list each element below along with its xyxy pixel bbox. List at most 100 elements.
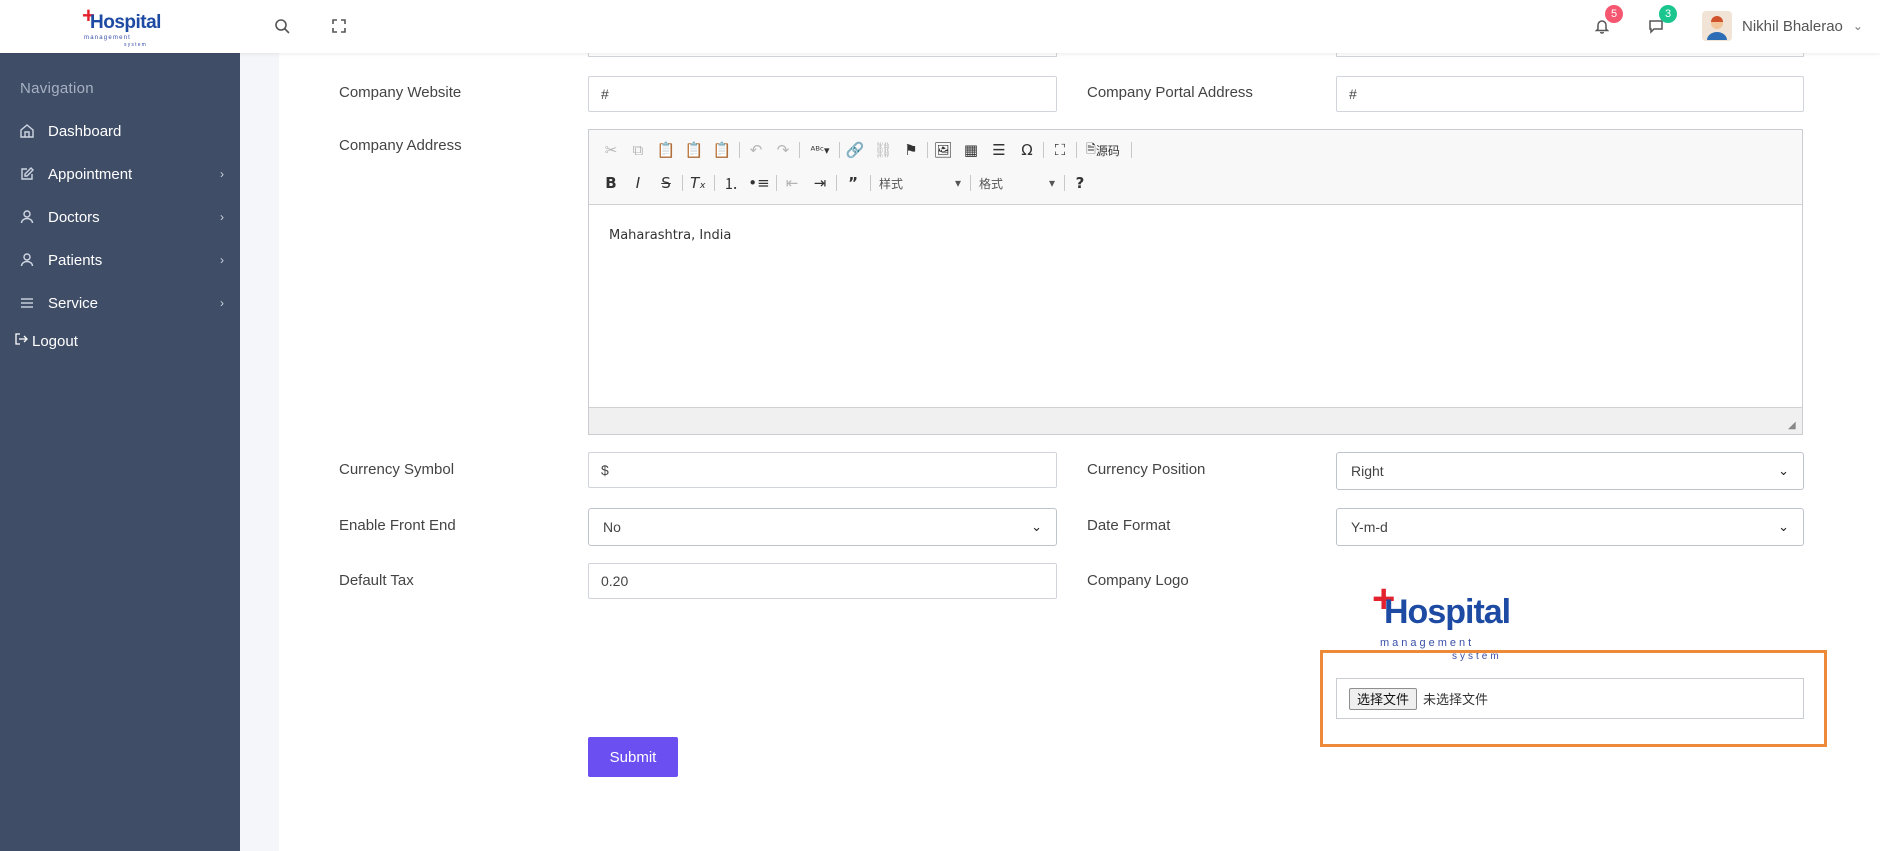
sidebar-item-doctors[interactable]: Doctors › [0,197,240,237]
copy-icon[interactable]: ⧉ [627,139,649,161]
remove-format-icon[interactable]: Tₓ [687,172,709,194]
cut-icon[interactable]: ✂ [600,139,622,161]
chevron-down-icon: ⌄ [1031,519,1042,534]
italic-icon[interactable]: I [627,172,649,194]
chevron-right-icon: › [220,296,224,310]
paste-word-icon[interactable]: 📋 [711,139,733,161]
table-icon[interactable]: ▦ [960,139,982,161]
resize-handle-icon[interactable]: ◢ [1788,420,1798,431]
blockquote-icon[interactable]: ” [842,172,864,194]
nav-title: Navigation [20,80,94,97]
styles-label: 样式 [879,176,904,191]
styles-dropdown[interactable]: 样式 ▾ [875,172,965,194]
currency-position-label: Currency Position [1087,461,1206,478]
strikethrough-icon[interactable]: S [655,172,677,194]
default-tax-input[interactable]: 0.20 [588,563,1057,599]
special-char-icon[interactable]: Ω [1016,139,1038,161]
company-logo-file-input[interactable]: 选择文件 未选择文件 [1336,678,1804,719]
user-icon [18,251,36,269]
caret-down-icon: ▾ [1048,176,1055,190]
indent-icon[interactable]: ⇥ [809,172,831,194]
undo-icon[interactable]: ↶ [745,139,767,161]
sidebar-item-label: Service [48,294,99,312]
sidebar-item-appointment[interactable]: Appointment › [0,154,240,194]
currency-symbol-label: Currency Symbol [339,461,455,478]
paste-text-icon[interactable]: 📋 [683,139,705,161]
logout-link[interactable]: Logout [14,332,78,350]
notification-badge: 5 [1605,5,1623,23]
top-bar: + Hospital management system 5 3 Nikhil … [0,0,1880,53]
currency-position-select[interactable]: Right ⌄ [1336,452,1804,490]
user-name: Nikhil Bhalerao [1742,17,1843,35]
date-format-value: Y-m-d [1351,519,1388,535]
sidebar-item-label: Patients [48,251,103,269]
caret-down-icon: ▾ [954,176,961,190]
company-portal-input[interactable]: # [1336,76,1804,112]
currency-symbol-input[interactable]: $ [588,452,1057,488]
spellcheck-icon[interactable]: ᴬᴮᶜ▾ [805,139,835,161]
unlink-icon[interactable]: ⛓ [872,139,894,161]
default-tax-label: Default Tax [339,572,414,589]
format-dropdown[interactable]: 格式 ▾ [975,172,1059,194]
logo-word: Hospital [1384,593,1511,631]
company-website-input[interactable]: # [588,76,1057,112]
company-website-label: Company Website [339,84,462,101]
home-icon [18,122,36,140]
sidebar-item-label: Dashboard [48,122,122,140]
sidebar-item-service[interactable]: Service › [0,283,240,323]
logout-icon [14,332,28,350]
sidebar-item-label: Appointment [48,165,133,183]
submit-button[interactable]: Submit [588,737,678,777]
company-portal-label: Company Portal Address [1087,84,1253,101]
company-logo-label: Company Logo [1087,572,1189,589]
format-label: 格式 [979,176,1004,191]
help-icon[interactable]: ? [1069,172,1091,194]
chevron-down-icon: ⌄ [1778,519,1789,534]
logo-tagline: management [1380,637,1475,649]
sidebar-item-patients[interactable]: Patients › [0,240,240,280]
sidebar-item-dashboard[interactable]: Dashboard [0,111,240,151]
brand-word: Hospital [90,12,161,33]
notification-bell-icon[interactable]: 5 [1591,5,1623,37]
avatar [1702,11,1732,41]
anchor-flag-icon[interactable]: ⚑ [900,139,922,161]
chevron-down-icon: ⌄ [1778,463,1789,478]
editor-content[interactable]: Maharashtra, India [609,228,731,243]
redo-icon[interactable]: ↷ [772,139,794,161]
company-address-label: Company Address [339,137,462,154]
date-format-label: Date Format [1087,517,1171,534]
menu-icon [18,294,36,312]
user-menu[interactable]: Nikhil Bhalerao ⌄ [1702,9,1863,43]
sidebar: Navigation Dashboard Appointment › Docto… [0,53,240,851]
sidebar-item-label: Doctors [48,208,100,226]
chevron-down-icon: ⌄ [1852,19,1863,33]
paste-icon[interactable]: 📋 [655,139,677,161]
brand-logo[interactable]: + Hospital management system [80,5,161,49]
search-icon[interactable] [271,15,293,37]
choose-file-button[interactable]: 选择文件 [1349,687,1418,710]
image-icon[interactable]: 🖼 [932,139,954,161]
enable-front-end-select[interactable]: No ⌄ [588,508,1057,546]
link-icon[interactable]: 🔗 [844,139,866,161]
chevron-right-icon: › [220,167,224,181]
bold-icon[interactable]: B [600,172,622,194]
messages-badge: 3 [1659,5,1677,23]
source-button[interactable]: 🗎 源码 [1081,139,1125,161]
bulleted-list-icon[interactable]: •≡ [748,172,770,194]
editor-toolbar: ✂ ⧉ 📋 📋 📋 ↶ ↷ ᴬᴮᶜ▾ 🔗 ⛓ ⚑ 🖼 ▦ ☰ Ω ⛶ 🗎 源码 … [589,130,1802,205]
source-label: 源码 [1095,143,1120,158]
edit-icon [18,165,36,183]
horizontal-rule-icon[interactable]: ☰ [988,139,1010,161]
numbered-list-icon[interactable]: ⒈ [720,172,742,194]
logout-label: Logout [32,332,78,350]
maximize-icon[interactable]: ⛶ [1049,139,1071,161]
chevron-right-icon: › [220,253,224,267]
source-doc-icon: 🗎 [1086,141,1096,156]
fullscreen-icon[interactable] [328,15,350,37]
brand-tagline-2: system [124,42,148,48]
date-format-select[interactable]: Y-m-d ⌄ [1336,508,1804,546]
outdent-icon[interactable]: ⇤ [781,172,803,194]
messages-icon[interactable]: 3 [1645,5,1677,37]
company-address-editor[interactable]: ✂ ⧉ 📋 📋 📋 ↶ ↷ ᴬᴮᶜ▾ 🔗 ⛓ ⚑ 🖼 ▦ ☰ Ω ⛶ 🗎 源码 … [588,129,1803,435]
brand-tagline: management [84,35,132,41]
